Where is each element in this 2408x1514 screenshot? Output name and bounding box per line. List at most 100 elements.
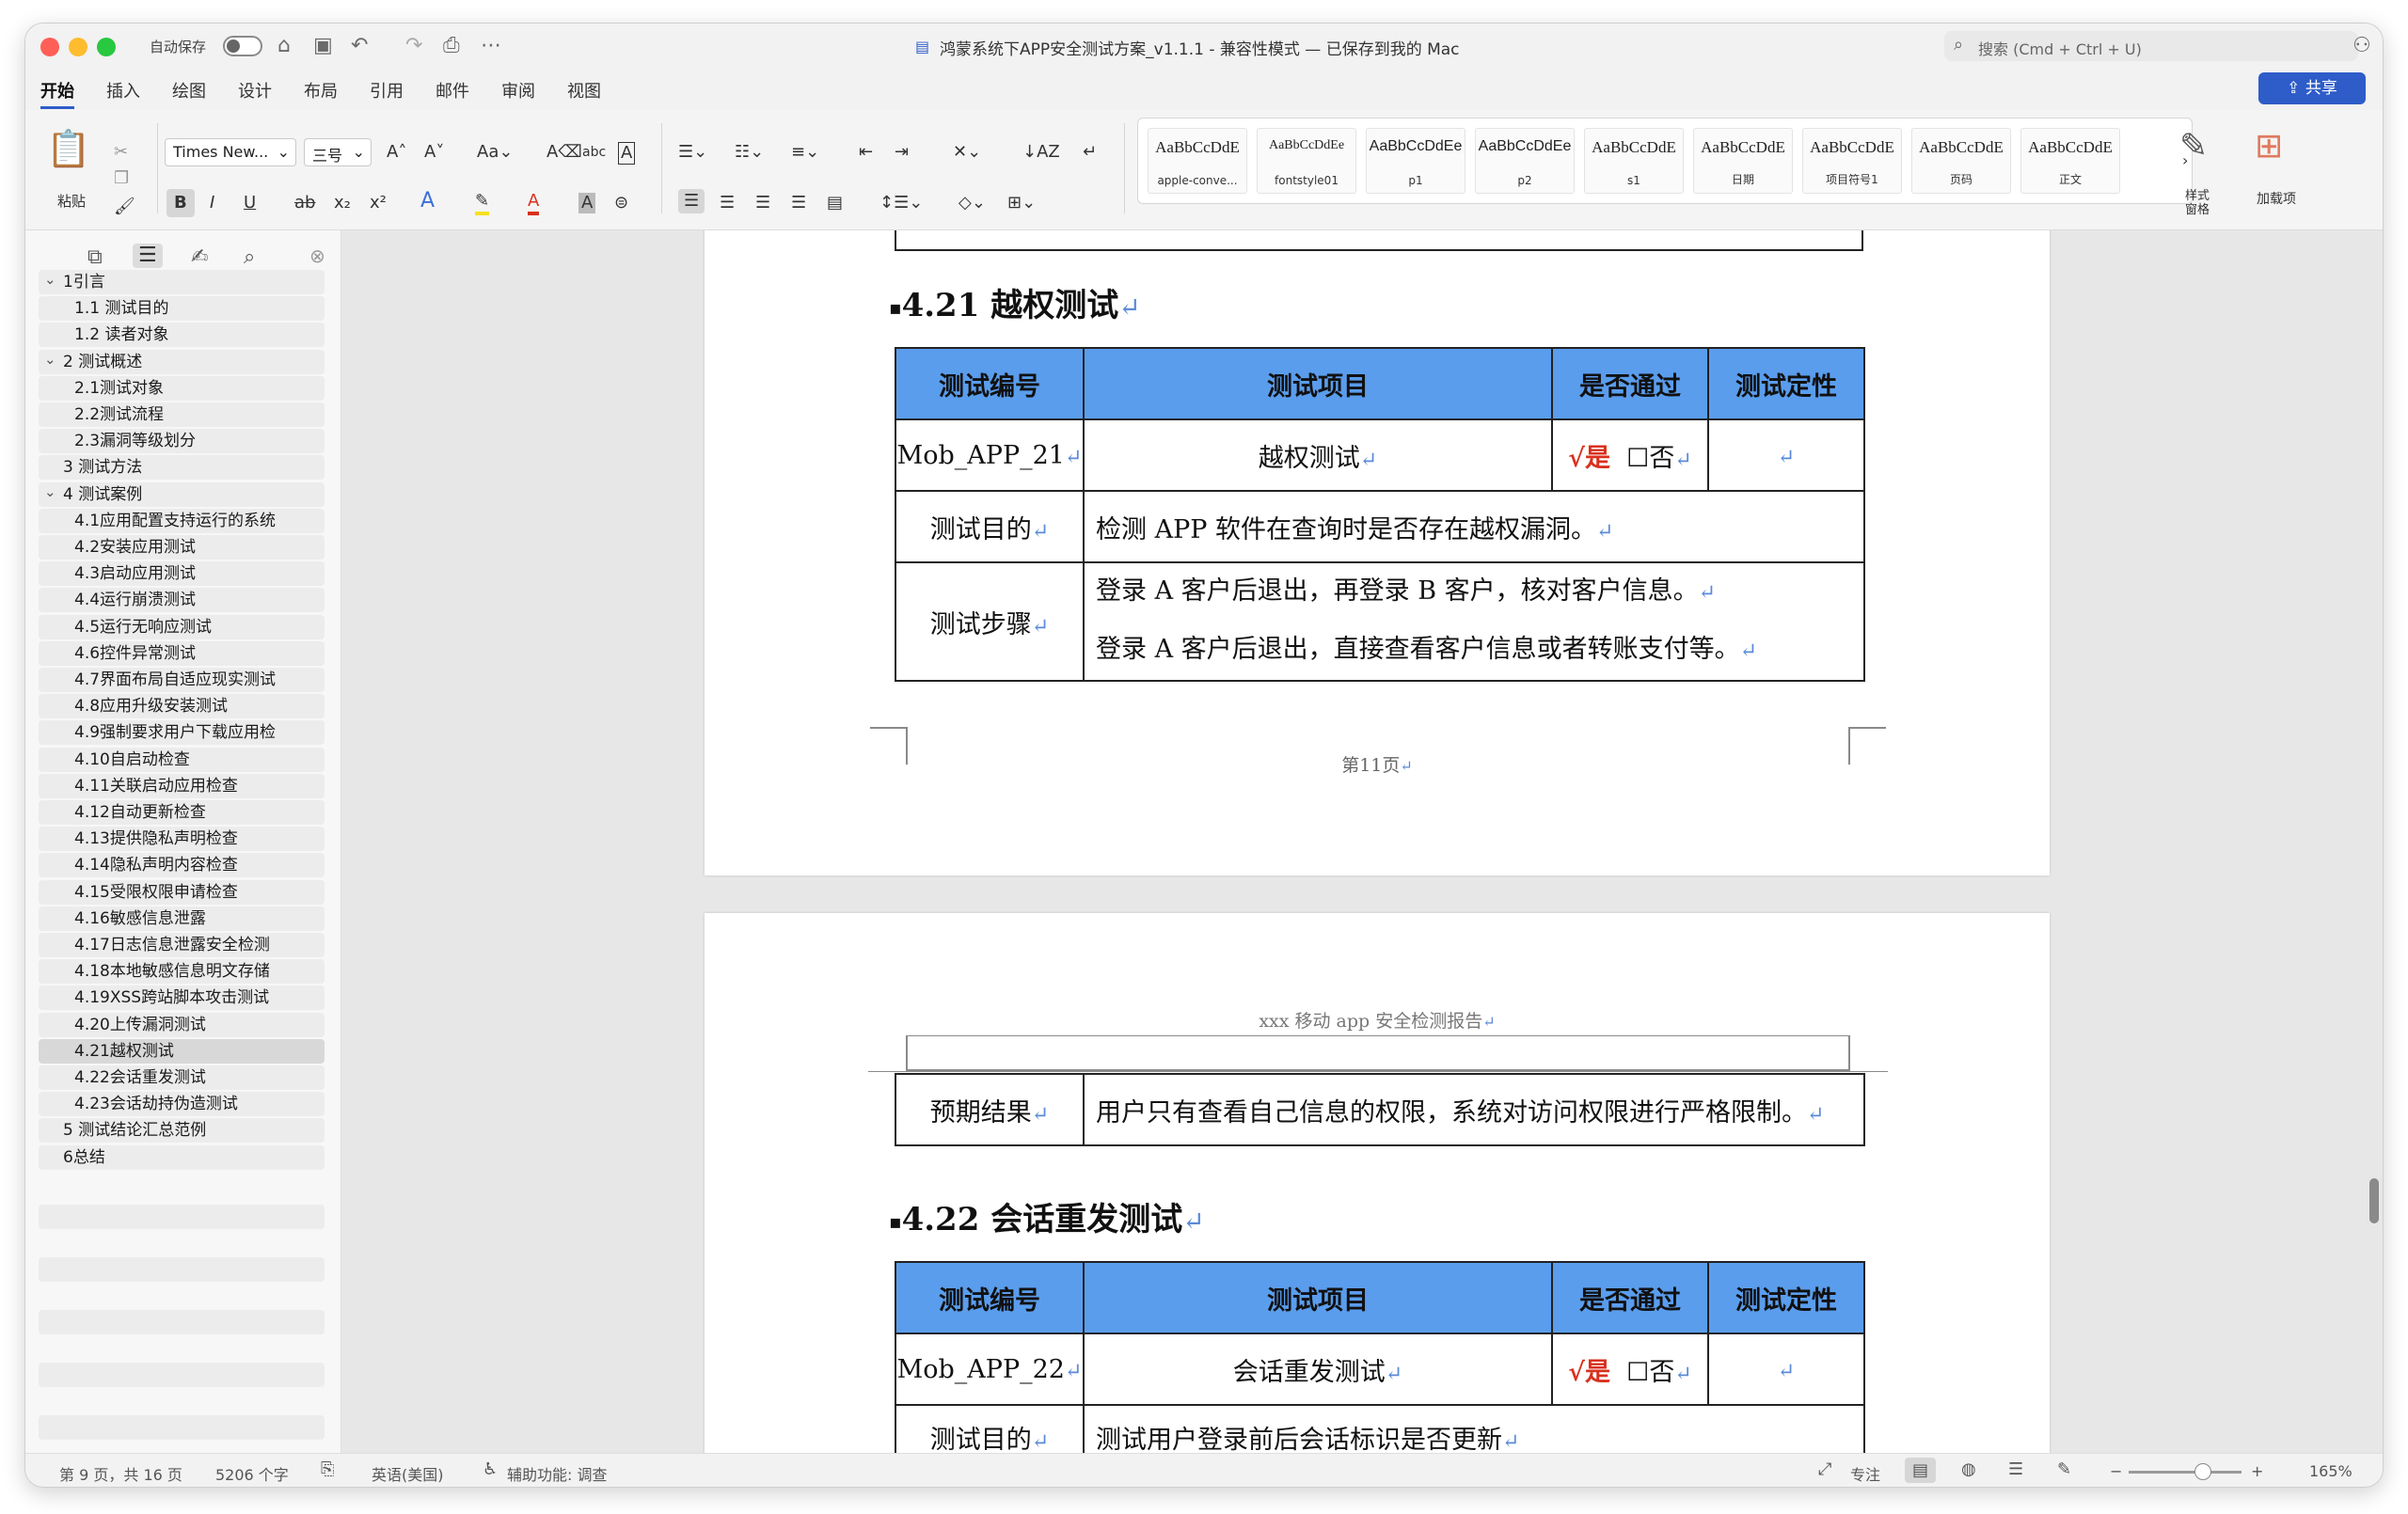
proofing-icon[interactable]: ⎘: [321, 1459, 334, 1479]
numbering-icon[interactable]: ☷⌄: [735, 142, 764, 163]
save-icon[interactable]: ▣: [313, 35, 333, 57]
multilevel-list-icon[interactable]: ≡⌄: [791, 142, 819, 163]
sort-icon[interactable]: ↓AZ: [1022, 142, 1060, 163]
nav-item[interactable]: 4.4运行崩溃测试: [39, 588, 325, 613]
style-normal[interactable]: AaBbCcDdE 正文: [2020, 128, 2120, 194]
style-s1[interactable]: AaBbCcDdE s1: [1584, 128, 1684, 194]
nav-item[interactable]: 2.3漏洞等级划分: [39, 429, 325, 454]
font-name-select[interactable]: Times New... ⌄: [165, 138, 296, 166]
nav-item[interactable]: 4.22会话重发测试: [39, 1065, 325, 1090]
style-bullet1[interactable]: AaBbCcDdE 项目符号1: [1802, 128, 1902, 194]
word-count[interactable]: 5206 个字: [215, 1462, 289, 1485]
text-effects-icon[interactable]: A: [420, 191, 435, 212]
nav-item[interactable]: 4.5运行无响应测试: [39, 614, 325, 639]
shrink-font-icon[interactable]: A˅: [424, 142, 444, 163]
nav-item[interactable]: ⌄ 2 测试概述: [39, 349, 325, 374]
tab-layout[interactable]: 布局: [304, 78, 338, 103]
zoom-window-button[interactable]: [97, 38, 116, 56]
nav-item[interactable]: 4.21越权测试: [39, 1038, 325, 1064]
borders-icon[interactable]: ⊞⌄: [1007, 193, 1036, 213]
style-fontstyle01[interactable]: AaBbCcDdEe fontstyle01: [1257, 128, 1356, 194]
nav-item[interactable]: 3 测试方法: [39, 455, 325, 481]
chevron-down-icon[interactable]: ⌄: [44, 350, 56, 371]
subscript-button[interactable]: x₂: [334, 193, 351, 213]
style-p2[interactable]: AaBbCcDdEe p2: [1475, 128, 1575, 194]
language[interactable]: 英语(美国): [372, 1462, 444, 1485]
autosave-toggle[interactable]: [223, 36, 262, 56]
outline-icon[interactable]: ☰: [2008, 1459, 2023, 1479]
home-icon[interactable]: ⌂: [277, 35, 291, 57]
cut-icon[interactable]: ✂: [114, 142, 128, 163]
nav-item[interactable]: 4.18本地敏感信息明文存储: [39, 959, 325, 985]
tab-view[interactable]: 视图: [567, 78, 601, 103]
search-icon[interactable]: ⌕: [244, 247, 255, 268]
char-shading-icon[interactable]: A: [578, 193, 596, 213]
tab-draw[interactable]: 绘图: [172, 78, 206, 103]
zoom-level[interactable]: 165%: [2309, 1462, 2353, 1480]
bullets-icon[interactable]: ☰⌄: [678, 142, 707, 163]
style-date[interactable]: AaBbCcDdE 日期: [1693, 128, 1793, 194]
tab-home[interactable]: 开始: [40, 78, 74, 109]
account-icon[interactable]: ⚇: [2353, 35, 2371, 57]
nav-item[interactable]: 4.20上传漏洞测试: [39, 1012, 325, 1037]
nav-item[interactable]: 4.8应用升级安装测试: [39, 694, 325, 719]
nav-item[interactable]: 1.1 测试目的: [39, 296, 325, 322]
chevron-down-icon[interactable]: ⌄: [44, 482, 56, 504]
nav-item[interactable]: 4.12自动更新检查: [39, 800, 325, 825]
show-marks-icon[interactable]: ↵: [1083, 142, 1097, 163]
edit-icon[interactable]: ✍: [191, 247, 208, 268]
zoom-slider-thumb[interactable]: [2194, 1463, 2211, 1480]
copy-icon[interactable]: ❐: [114, 168, 129, 189]
more-icon[interactable]: ⋯: [481, 35, 501, 57]
align-left-button[interactable]: ☰: [678, 189, 705, 213]
format-painter-icon[interactable]: 🖌: [114, 197, 135, 217]
zoom-slider-track[interactable]: [2129, 1471, 2242, 1474]
nav-item[interactable]: 5 测试结论汇总范例: [39, 1118, 325, 1143]
print-icon[interactable]: ⎙: [443, 35, 460, 57]
distributed-button[interactable]: ▤: [827, 193, 843, 213]
align-center-button[interactable]: ☰: [720, 193, 735, 213]
nav-item[interactable]: 4.17日志信息泄露安全检测: [39, 933, 325, 957]
font-size-select[interactable]: 三号 ⌄: [304, 138, 372, 166]
addins-icon[interactable]: ⊞: [2255, 130, 2283, 164]
document-canvas[interactable]: ▪4.21 越权测试↵ 测试编号 测试项目 是否通过 测试定性 Mob_APP_…: [341, 230, 2383, 1453]
nav-item[interactable]: 4.2安装应用测试: [39, 535, 325, 560]
tab-references[interactable]: 引用: [370, 78, 404, 103]
style-apple-converted-space[interactable]: AaBbCcDdE apple-conve...: [1148, 128, 1247, 194]
nav-item[interactable]: 2.2测试流程: [39, 402, 325, 427]
nav-item[interactable]: 4.10自启动检查: [39, 747, 325, 772]
redo-icon[interactable]: ↷: [405, 35, 422, 57]
nav-item[interactable]: 4.11关联启动应用检查: [39, 773, 325, 798]
zoom-out-icon[interactable]: −: [2110, 1462, 2122, 1480]
nav-item[interactable]: 4.1应用配置支持运行的系统: [39, 508, 325, 533]
nav-item[interactable]: 4.6控件异常测试: [39, 640, 325, 666]
focus-label[interactable]: 专注: [1850, 1462, 1880, 1485]
draft-icon[interactable]: ✎: [2057, 1459, 2071, 1479]
change-case-icon[interactable]: Aa⌄: [477, 142, 513, 163]
char-border-icon[interactable]: A: [618, 142, 636, 165]
superscript-button[interactable]: x²: [370, 193, 387, 213]
nav-item[interactable]: 4.3启动应用测试: [39, 561, 325, 587]
asian-layout-icon[interactable]: ✕⌄: [953, 142, 981, 163]
align-right-button[interactable]: ☰: [755, 193, 770, 213]
nav-item[interactable]: ⌄ 4 测试案例: [39, 481, 325, 507]
nav-item[interactable]: 4.13提供隐私声明检查: [39, 827, 325, 852]
accessibility-status[interactable]: 辅助功能: 调查: [507, 1462, 607, 1485]
nav-item[interactable]: 2.1测试对象: [39, 375, 325, 401]
highlight-icon[interactable]: ✎: [475, 191, 490, 215]
undo-icon[interactable]: ↶: [351, 35, 368, 57]
nav-item[interactable]: 4.14隐私声明内容检查: [39, 853, 325, 878]
focus-icon[interactable]: ⤢: [1818, 1459, 1831, 1479]
style-page-number[interactable]: AaBbCcDdE 页码: [1911, 128, 2011, 194]
shading-icon[interactable]: ◇⌄: [958, 193, 986, 213]
nav-item[interactable]: 4.9强制要求用户下载应用检: [39, 720, 325, 746]
zoom-in-icon[interactable]: +: [2251, 1462, 2263, 1480]
tab-insert[interactable]: 插入: [106, 78, 140, 103]
nav-item[interactable]: 4.7界面布局自适应现实测试: [39, 668, 325, 692]
bold-button[interactable]: B: [166, 189, 195, 217]
justify-button[interactable]: ☰: [791, 193, 806, 213]
strikethrough-button[interactable]: ab: [294, 193, 315, 213]
decrease-indent-icon[interactable]: ⇤: [859, 142, 873, 163]
styles-pane-icon[interactable]: ✎: [2179, 130, 2208, 164]
document-title[interactable]: 鸿蒙系统下APP安全测试方案_v1.1.1 - 兼容性模式 — 已保存到我的 M…: [940, 36, 1460, 59]
